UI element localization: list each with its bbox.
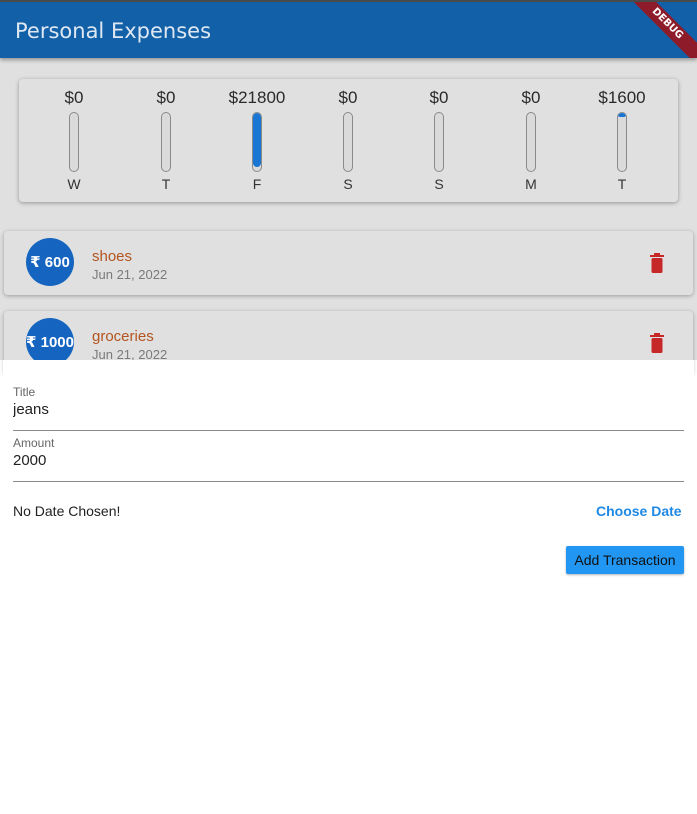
bar-day-label: W (67, 176, 81, 192)
bar-track (69, 112, 79, 172)
add-transaction-button[interactable]: Add Transaction (566, 546, 684, 574)
choose-date-button[interactable]: Choose Date (596, 503, 682, 519)
bar-day-label: T (161, 176, 171, 192)
bar-fill (618, 113, 626, 118)
bar-track (434, 112, 444, 172)
bar-track (161, 112, 171, 172)
trash-icon[interactable] (649, 333, 665, 353)
amount-avatar: ₹ 600 (26, 238, 74, 286)
bar-day-label: M (525, 176, 537, 192)
app-title: Personal Expenses (15, 19, 212, 43)
bar-amount: $0 (521, 88, 541, 107)
chart-bar: $0 T (126, 79, 206, 202)
weekly-chart: $0 W $0 T $21800 F $0 S $0 S $0 M $1600 … (19, 79, 678, 202)
new-transaction-sheet: Title Amount No Date Chosen! Choose Date… (3, 360, 694, 814)
title-field[interactable]: Title (13, 385, 684, 431)
title-label: Title (13, 385, 36, 399)
bar-day-label: S (343, 176, 353, 192)
transaction-title: groceries (92, 328, 154, 345)
bar-fill (253, 113, 261, 167)
amount-label: Amount (13, 436, 55, 450)
chart-bar: $0 S (308, 79, 388, 202)
bar-day-label: F (252, 176, 262, 192)
chart-bar: $0 S (399, 79, 479, 202)
amount-avatar: ₹ 1000 (26, 318, 74, 366)
bar-amount: $0 (338, 88, 358, 107)
date-status: No Date Chosen! (13, 503, 121, 519)
bar-track (617, 112, 627, 172)
bar-track (343, 112, 353, 172)
bar-amount: $0 (429, 88, 449, 107)
transaction-card: ₹ 600 shoes Jun 21, 2022 (4, 231, 693, 295)
bar-day-label: T (617, 176, 627, 192)
debug-banner: DEBUG (618, 2, 697, 58)
transaction-date: Jun 21, 2022 (92, 267, 168, 282)
chart-bar: $21800 F (217, 79, 297, 202)
amount-field[interactable]: Amount (13, 436, 684, 482)
chart-bar: $1600 T (582, 79, 662, 202)
bar-amount: $1600 (598, 88, 646, 107)
background-scrim: Personal Expenses DEBUG $0 W $0 T $21800… (0, 0, 697, 375)
chart-bar: $0 M (491, 79, 571, 202)
bar-amount: $21800 (228, 88, 286, 107)
bar-track (526, 112, 536, 172)
amount-input[interactable] (13, 449, 684, 471)
app-bar: Personal Expenses DEBUG (0, 0, 697, 58)
bar-amount: $0 (156, 88, 176, 107)
bar-day-label: S (434, 176, 444, 192)
transaction-title: shoes (92, 248, 133, 265)
bar-track (252, 112, 262, 172)
chart-bar: $0 W (34, 79, 114, 202)
trash-icon[interactable] (649, 253, 665, 273)
bar-amount: $0 (64, 88, 84, 107)
title-input[interactable] (13, 398, 684, 420)
